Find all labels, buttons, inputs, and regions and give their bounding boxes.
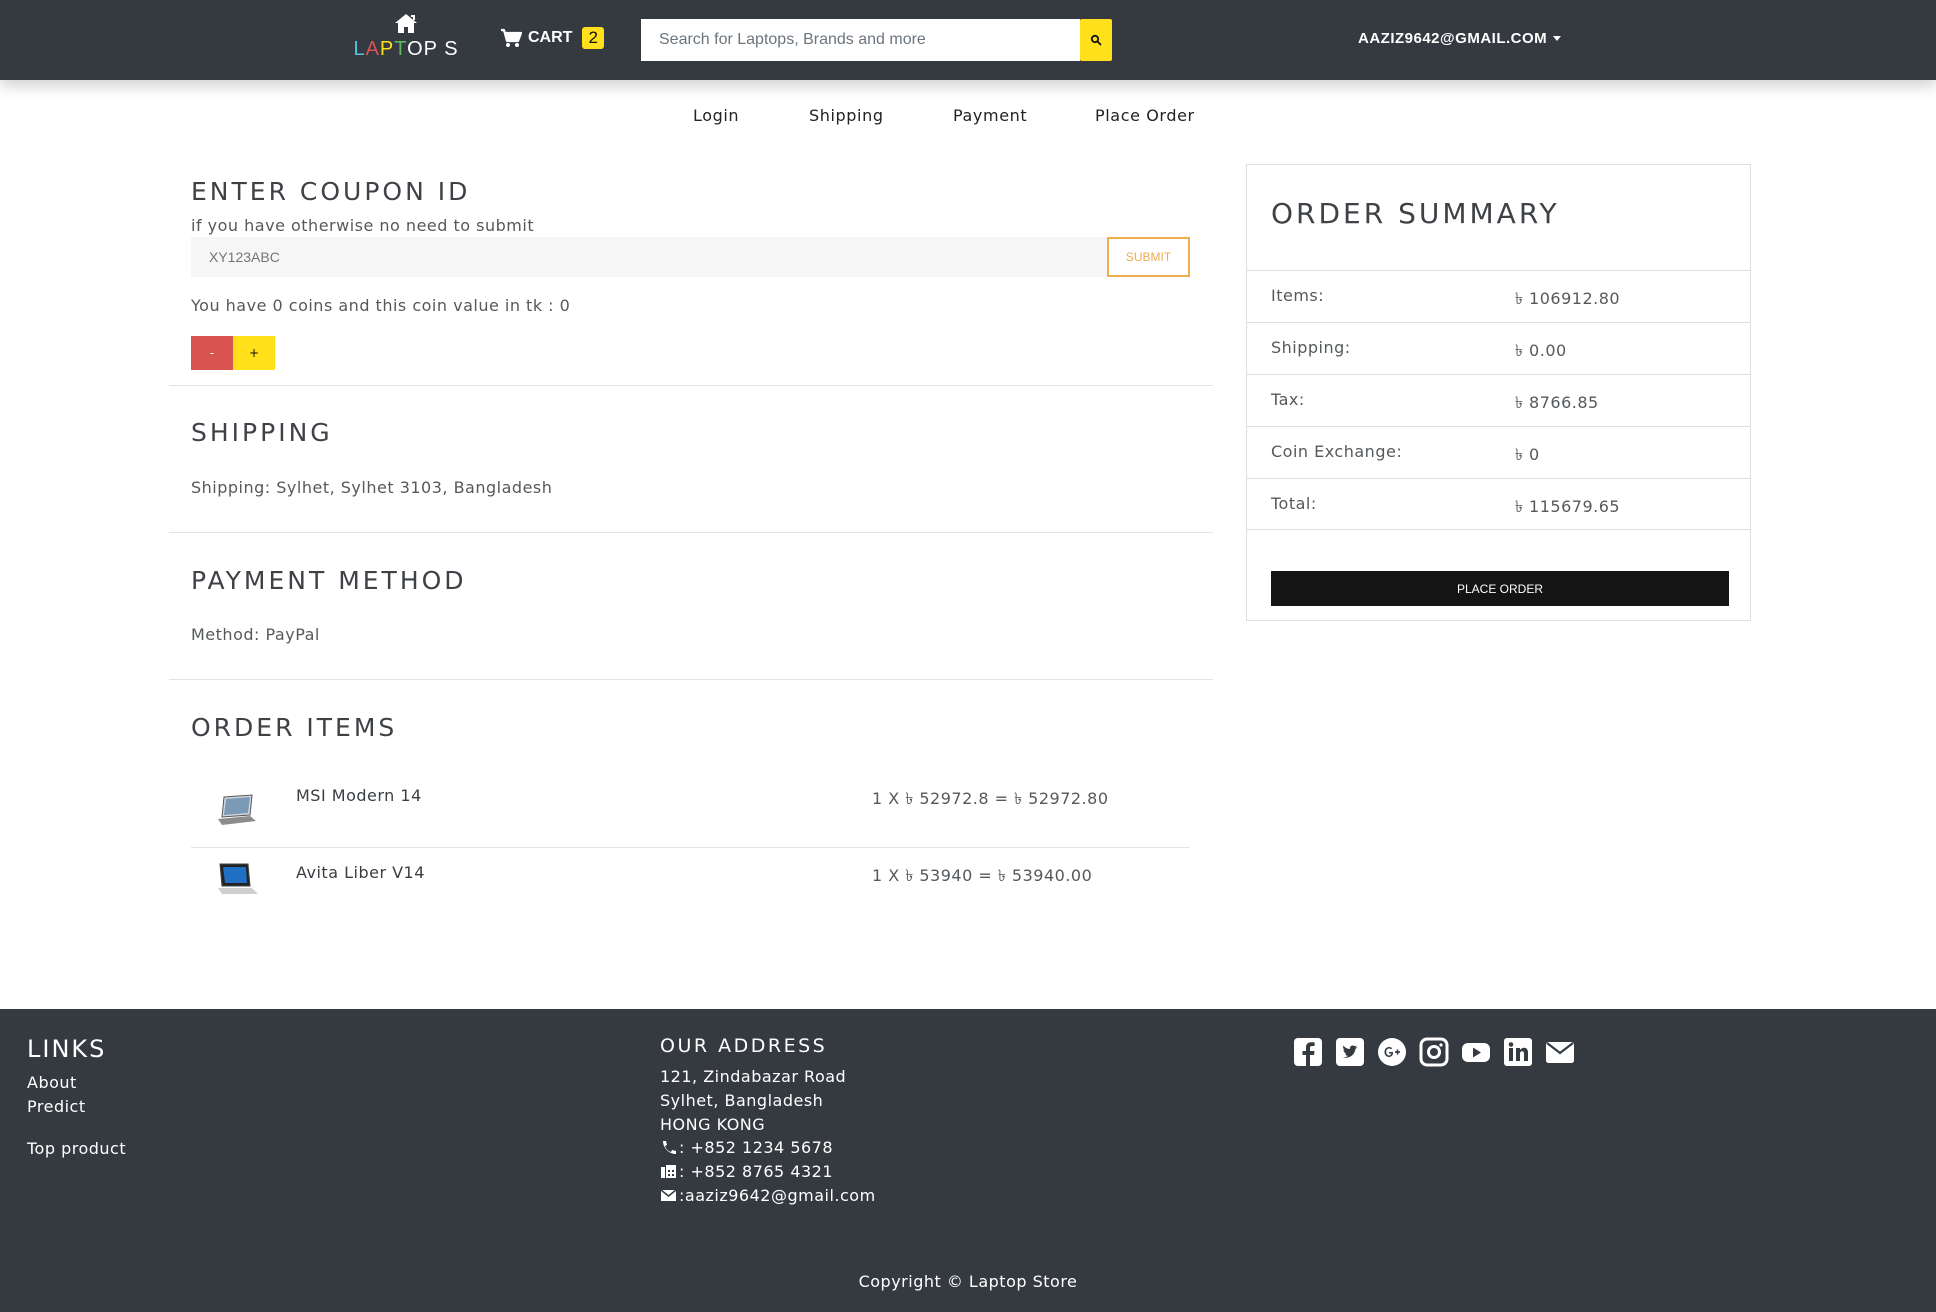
footer-email: :aaziz9642@gmail.com xyxy=(660,1186,876,1205)
summary-value: ৳ 0.00 xyxy=(1515,341,1567,360)
coupon-hint: if you have otherwise no need to submit xyxy=(191,216,535,235)
summary-value: ৳ 115679.65 xyxy=(1515,497,1621,516)
phone-icon xyxy=(663,1141,676,1154)
google-plus-icon[interactable] xyxy=(1376,1036,1408,1068)
summary-label: Tax: xyxy=(1271,390,1305,409)
address-line: 121, Zindabazar Road xyxy=(660,1067,847,1086)
step-login[interactable]: Login xyxy=(693,106,739,125)
summary-label: Items: xyxy=(1271,286,1325,305)
laptop-thumbnail-icon xyxy=(218,863,258,894)
summary-value: ৳ 106912.80 xyxy=(1515,289,1621,308)
address-line: Sylhet, Bangladesh xyxy=(660,1091,824,1110)
user-email: AAZIZ9642@GMAIL.COM xyxy=(1358,30,1548,47)
linkedin-icon[interactable] xyxy=(1502,1036,1534,1068)
item-price: 1 X ৳ 53940 = ৳ 53940.00 xyxy=(872,866,1093,885)
cart-count-badge: 2 xyxy=(582,27,604,49)
top-navbar: LAPTOP S CART 2 AAZIZ9642@GMAIL.COM xyxy=(0,0,1936,80)
place-order-button[interactable]: PLACE ORDER xyxy=(1271,571,1729,606)
search-icon xyxy=(1090,34,1102,46)
brand-logo[interactable]: LAPTOP S xyxy=(352,12,460,61)
address-line: HONG KONG xyxy=(660,1115,766,1134)
shipping-title: SHIPPING xyxy=(191,418,333,447)
coupon-title: ENTER COUPON ID xyxy=(191,177,471,206)
envelope-icon[interactable] xyxy=(1544,1036,1576,1068)
envelope-icon xyxy=(660,1189,677,1201)
step-payment[interactable]: Payment xyxy=(953,106,1027,125)
summary-label: Total: xyxy=(1271,494,1317,513)
summary-row-tax: Tax: ৳ 8766.85 xyxy=(1247,374,1750,426)
laptop-thumbnail-icon xyxy=(218,794,256,825)
payment-title: PAYMENT METHOD xyxy=(191,566,467,595)
facebook-icon[interactable] xyxy=(1292,1036,1324,1068)
coins-info: You have 0 coins and this coin value in … xyxy=(191,296,571,315)
list-item: MSI Modern 14 1 X ৳ 52972.8 = ৳ 52972.80 xyxy=(191,770,1190,848)
footer-link-top-product[interactable]: Top product xyxy=(27,1139,126,1158)
cart-link[interactable]: CART 2 xyxy=(500,27,604,49)
step-shipping[interactable]: Shipping xyxy=(809,106,884,125)
cart-label: CART xyxy=(528,29,573,46)
footer-address-title: OUR ADDRESS xyxy=(660,1035,828,1057)
phone-text: : +852 1234 5678 xyxy=(679,1138,834,1157)
checkout-steps: Login Shipping Payment Place Order xyxy=(0,106,1936,128)
item-name-link[interactable]: MSI Modern 14 xyxy=(296,786,422,805)
fax-text: : +852 8765 4321 xyxy=(679,1162,834,1181)
footer-fax: : +852 8765 4321 xyxy=(660,1162,833,1181)
divider xyxy=(169,679,1213,680)
order-summary-card: ORDER SUMMARY Items: ৳ 106912.80 Shippin… xyxy=(1246,164,1751,621)
fax-icon xyxy=(661,1165,676,1178)
divider xyxy=(169,532,1213,533)
footer-link-about[interactable]: About xyxy=(27,1073,77,1092)
youtube-icon[interactable] xyxy=(1460,1036,1492,1068)
shopping-cart-icon xyxy=(501,28,522,47)
summary-row-spacer xyxy=(1247,529,1750,557)
copyright-text: Copyright © Laptop Store xyxy=(858,1272,1078,1291)
step-place-order[interactable]: Place Order xyxy=(1095,106,1195,125)
coin-minus-button[interactable]: - xyxy=(191,336,233,370)
footer-phone: : +852 1234 5678 xyxy=(660,1138,833,1157)
caret-down-icon xyxy=(1553,36,1562,41)
search-input[interactable] xyxy=(641,19,1080,61)
user-dropdown[interactable]: AAZIZ9642@GMAIL.COM xyxy=(1358,30,1562,47)
home-icon xyxy=(395,14,417,33)
shipping-address: Shipping: Sylhet, Sylhet 3103, Banglades… xyxy=(191,478,553,497)
summary-row-coin-exchange: Coin Exchange: ৳ 0 xyxy=(1247,426,1750,478)
summary-label: Shipping: xyxy=(1271,338,1351,357)
instagram-icon[interactable] xyxy=(1418,1036,1450,1068)
footer xyxy=(0,1009,1936,1312)
twitter-icon[interactable] xyxy=(1334,1036,1366,1068)
summary-value: ৳ 0 xyxy=(1515,445,1540,464)
summary-row-shipping: Shipping: ৳ 0.00 xyxy=(1247,322,1750,374)
coin-plus-button[interactable]: + xyxy=(233,336,275,370)
summary-row-total: Total: ৳ 115679.65 xyxy=(1247,478,1750,529)
list-item: Avita Liber V14 1 X ৳ 53940 = ৳ 53940.00 xyxy=(191,848,1190,910)
search-bar xyxy=(641,19,1112,61)
item-name-link[interactable]: Avita Liber V14 xyxy=(296,863,425,882)
social-links xyxy=(1292,1036,1576,1068)
search-button[interactable] xyxy=(1080,19,1112,61)
brand-text: LAPTOP S xyxy=(353,38,459,60)
coupon-form: SUBMIT xyxy=(191,237,1190,277)
order-items-title: ORDER ITEMS xyxy=(191,713,398,742)
divider xyxy=(169,385,1213,386)
summary-row-items: Items: ৳ 106912.80 xyxy=(1247,270,1750,322)
coupon-submit-button[interactable]: SUBMIT xyxy=(1107,237,1190,277)
footer-link-predict[interactable]: Predict xyxy=(27,1097,86,1116)
order-summary-title: ORDER SUMMARY xyxy=(1271,197,1560,230)
item-price: 1 X ৳ 52972.8 = ৳ 52972.80 xyxy=(872,789,1109,808)
summary-label: Coin Exchange: xyxy=(1271,442,1403,461)
summary-value: ৳ 8766.85 xyxy=(1515,393,1599,412)
payment-method: Method: PayPal xyxy=(191,625,320,644)
footer-links-title: LINKS xyxy=(27,1035,107,1063)
coupon-input[interactable] xyxy=(191,237,1107,277)
email-text: :aaziz9642@gmail.com xyxy=(679,1186,876,1205)
